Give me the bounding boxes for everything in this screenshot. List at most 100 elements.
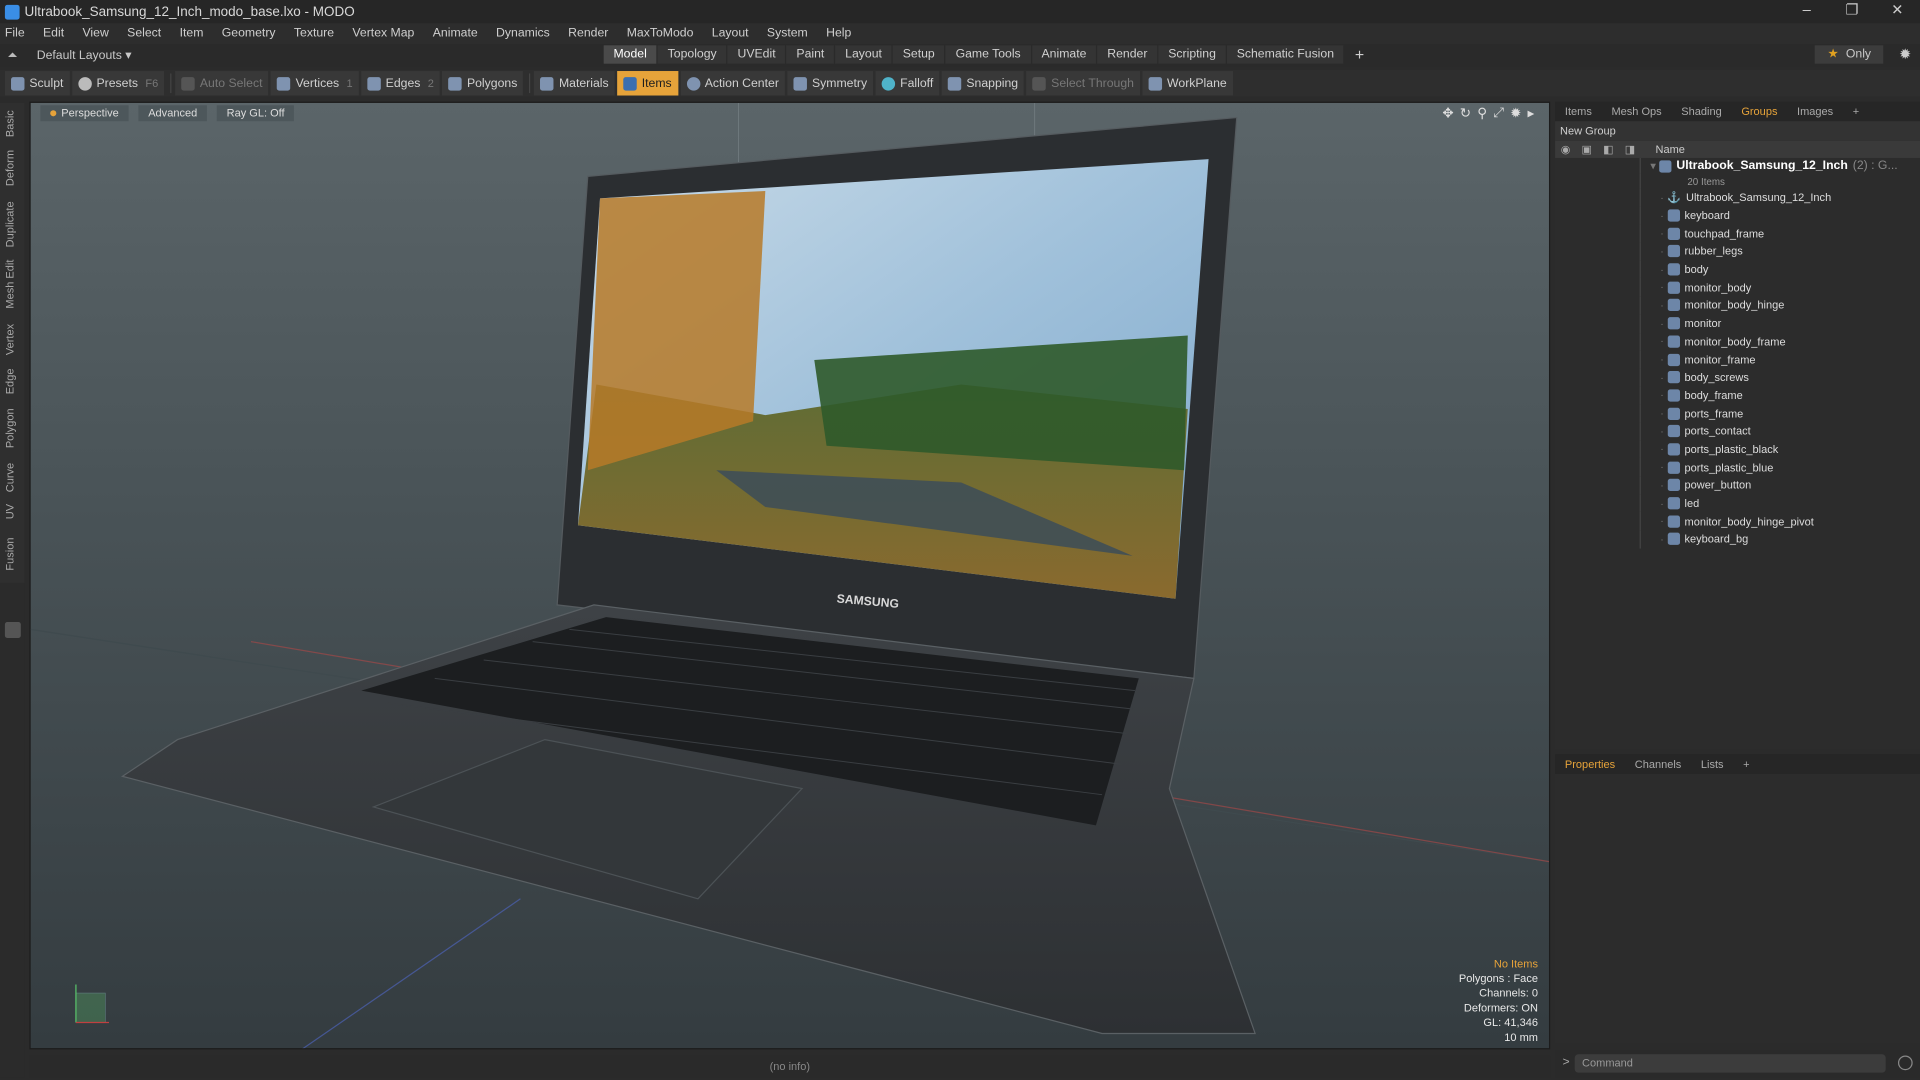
list-item[interactable]: · touchpad_frame xyxy=(1555,224,1920,243)
add-tab-button[interactable]: + xyxy=(1843,103,1869,120)
layout-toggle-icon[interactable]: ⏶ xyxy=(7,48,24,61)
list-item[interactable]: · monitor_body_hinge_pivot xyxy=(1555,512,1920,531)
list-item[interactable]: · body_screws xyxy=(1555,368,1920,387)
command-input[interactable]: Command xyxy=(1574,1054,1886,1073)
select-icon[interactable]: ◨ xyxy=(1625,143,1635,156)
tab-properties[interactable]: Properties xyxy=(1555,756,1625,773)
list-item[interactable]: · ports_plastic_blue xyxy=(1555,458,1920,477)
list-item[interactable]: · ports_frame xyxy=(1555,404,1920,423)
tab-topology[interactable]: Topology xyxy=(657,45,727,64)
sculpt-button[interactable]: Sculpt xyxy=(4,71,70,96)
menu-vertex-map[interactable]: Vertex Map xyxy=(352,27,414,40)
list-item[interactable]: · body_frame xyxy=(1555,386,1920,405)
list-item[interactable]: · rubber_legs xyxy=(1555,242,1920,261)
tab-basic[interactable]: Basic xyxy=(4,110,16,137)
tab-layout[interactable]: Layout xyxy=(835,45,892,64)
tab-paint[interactable]: Paint xyxy=(786,45,835,64)
menu-layout[interactable]: Layout xyxy=(712,27,749,40)
pan-icon[interactable]: ✥ xyxy=(1442,105,1453,122)
symmetry-button[interactable]: Symmetry xyxy=(787,71,874,96)
menu-item[interactable]: Item xyxy=(180,27,204,40)
edges-button[interactable]: Edges 2 xyxy=(361,71,441,96)
tab-animate[interactable]: Animate xyxy=(1031,45,1097,64)
action-center-button[interactable]: Action Center xyxy=(680,71,786,96)
view-perspective-dropdown[interactable]: Perspective xyxy=(40,104,129,121)
tab-uv[interactable]: UV xyxy=(4,504,16,519)
tab-mesh-ops[interactable]: Mesh Ops xyxy=(1602,103,1672,120)
presets-button[interactable]: Presets F6 xyxy=(71,71,165,96)
tab-game-tools[interactable]: Game Tools xyxy=(945,45,1031,64)
tab-render[interactable]: Render xyxy=(1097,45,1158,64)
new-group-button[interactable]: New Group xyxy=(1555,121,1920,141)
tab-shading[interactable]: Shading xyxy=(1671,103,1731,120)
viewport-settings-icon[interactable]: ✹ xyxy=(1510,105,1521,122)
tab-uvedit[interactable]: UVEdit xyxy=(727,45,786,64)
tab-polygon[interactable]: Polygon xyxy=(4,408,16,448)
render-icon[interactable]: ◧ xyxy=(1603,143,1613,156)
vertices-button[interactable]: Vertices 1 xyxy=(271,71,359,96)
list-item[interactable]: · monitor_body_hinge xyxy=(1555,296,1920,315)
menu-maxtomodo[interactable]: MaxToModo xyxy=(627,27,694,40)
tab-groups[interactable]: Groups xyxy=(1732,103,1788,120)
eye-icon[interactable]: ◉ xyxy=(1561,143,1571,156)
tab-mesh-edit[interactable]: Mesh Edit xyxy=(4,260,16,309)
tab-scripting[interactable]: Scripting xyxy=(1158,45,1226,64)
list-item[interactable]: · monitor_body xyxy=(1555,278,1920,297)
rotate-icon[interactable]: ↻ xyxy=(1460,105,1471,122)
3d-viewport[interactable]: SAMSUNG Perspective Advanced Ray GL: Off xyxy=(29,101,1551,1050)
tab-fusion[interactable]: Fusion xyxy=(4,538,16,571)
polygons-button[interactable]: Polygons xyxy=(442,71,524,96)
maximize-button[interactable]: ❐ xyxy=(1829,0,1874,23)
minimize-button[interactable]: – xyxy=(1784,0,1829,23)
list-item[interactable]: · ports_plastic_black xyxy=(1555,440,1920,459)
tab-vertex[interactable]: Vertex xyxy=(4,324,16,355)
menu-geometry[interactable]: Geometry xyxy=(222,27,276,40)
menu-edit[interactable]: Edit xyxy=(43,27,64,40)
list-item[interactable]: · monitor xyxy=(1555,314,1920,333)
lock-icon[interactable]: ▣ xyxy=(1582,143,1592,156)
list-item[interactable]: · ⚓ Ultrabook_Samsung_12_Inch xyxy=(1555,188,1920,207)
close-button[interactable]: ✕ xyxy=(1875,0,1920,23)
tab-schematic-fusion[interactable]: Schematic Fusion xyxy=(1226,45,1344,64)
list-item[interactable]: · ports_contact xyxy=(1555,422,1920,441)
menu-render[interactable]: Render xyxy=(568,27,608,40)
collapse-arrow-icon[interactable]: ▾ xyxy=(1651,160,1656,171)
list-item[interactable]: · led xyxy=(1555,494,1920,513)
items-button[interactable]: Items xyxy=(617,71,678,96)
list-item[interactable]: · keyboard_bg xyxy=(1555,530,1920,549)
tab-edge[interactable]: Edge xyxy=(4,369,16,395)
tab-items[interactable]: Items xyxy=(1555,103,1602,120)
only-toggle[interactable]: ★ Only xyxy=(1815,45,1884,64)
tab-setup[interactable]: Setup xyxy=(892,45,945,64)
tab-deform[interactable]: Deform xyxy=(4,150,16,186)
select-through-button[interactable]: Select Through xyxy=(1026,71,1141,96)
list-item[interactable]: · body xyxy=(1555,260,1920,279)
falloff-button[interactable]: Falloff xyxy=(875,71,940,96)
tab-channels[interactable]: Channels xyxy=(1625,756,1691,773)
menu-help[interactable]: Help xyxy=(826,27,851,40)
layout-dropdown[interactable]: Default Layouts ▾ xyxy=(37,48,132,61)
workplane-button[interactable]: WorkPlane xyxy=(1142,71,1233,96)
zoom-icon[interactable]: ⚲ xyxy=(1477,105,1487,122)
name-column-header[interactable]: Name xyxy=(1656,143,1685,155)
tab-model[interactable]: Model xyxy=(603,45,657,64)
menu-animate[interactable]: Animate xyxy=(433,27,478,40)
tab-duplicate[interactable]: Duplicate xyxy=(4,201,16,247)
menu-view[interactable]: View xyxy=(82,27,108,40)
list-item[interactable]: · monitor_body_frame xyxy=(1555,332,1920,351)
raygl-toggle[interactable]: Ray GL: Off xyxy=(216,104,295,121)
menu-dynamics[interactable]: Dynamics xyxy=(496,27,550,40)
record-icon[interactable] xyxy=(1897,1055,1913,1071)
add-tab-button[interactable]: + xyxy=(1733,756,1759,773)
expand-panel-icon[interactable] xyxy=(4,622,21,638)
tab-lists[interactable]: Lists xyxy=(1691,756,1733,773)
gear-icon[interactable]: ✹ xyxy=(1899,45,1911,62)
tab-curve[interactable]: Curve xyxy=(4,463,16,492)
add-tab-button[interactable]: + xyxy=(1345,45,1374,63)
menu-system[interactable]: System xyxy=(767,27,808,40)
menu-select[interactable]: Select xyxy=(127,27,161,40)
fit-icon[interactable]: ⤢ xyxy=(1493,105,1504,121)
tab-images[interactable]: Images xyxy=(1787,103,1843,120)
list-item[interactable]: · power_button xyxy=(1555,476,1920,495)
menu-texture[interactable]: Texture xyxy=(294,27,334,40)
